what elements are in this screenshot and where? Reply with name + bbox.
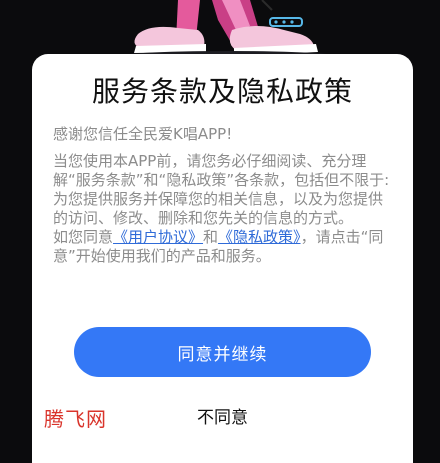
consent-prefix: 如您同意 [53,228,114,246]
dialog-title: 服务条款及隐私政策 [91,75,353,108]
app-screen: 服务条款及隐私政策 感谢您信任全民爱K唱APP! 当您使用本APP前，请您务必仔… [0,0,440,463]
agree-continue-button[interactable]: 同意并继续 [74,327,371,377]
user-agreement-link[interactable]: 《用户协议》 [113,228,203,246]
decline-button[interactable]: 不同意 [142,401,303,429]
privacy-dialog: 服务条款及隐私政策 感谢您信任全民爱K唱APP! 当您使用本APP前，请您务必仔… [32,54,413,463]
site-watermark: 腾飞网 [44,407,107,431]
and-word: 和 [203,228,219,246]
consent-paragraph: 如您同意《用户协议》和《隐私政策》，请点击“同意”开始使用我们的产品和服务。 [53,228,397,266]
terms-paragraph: 当您使用本APP前，请您务必仔细阅读、充分理解“服务条款”和“隐私政策”各条款，… [53,152,390,227]
greeting-text: 感谢您信任全民爱K唱APP! [53,125,233,143]
terms-body: 当您使用本APP前，请您务必仔细阅读、充分理解“服务条款”和“隐私政策”各条款，… [53,152,397,266]
privacy-policy-link[interactable]: 《隐私政策》 [218,228,301,246]
